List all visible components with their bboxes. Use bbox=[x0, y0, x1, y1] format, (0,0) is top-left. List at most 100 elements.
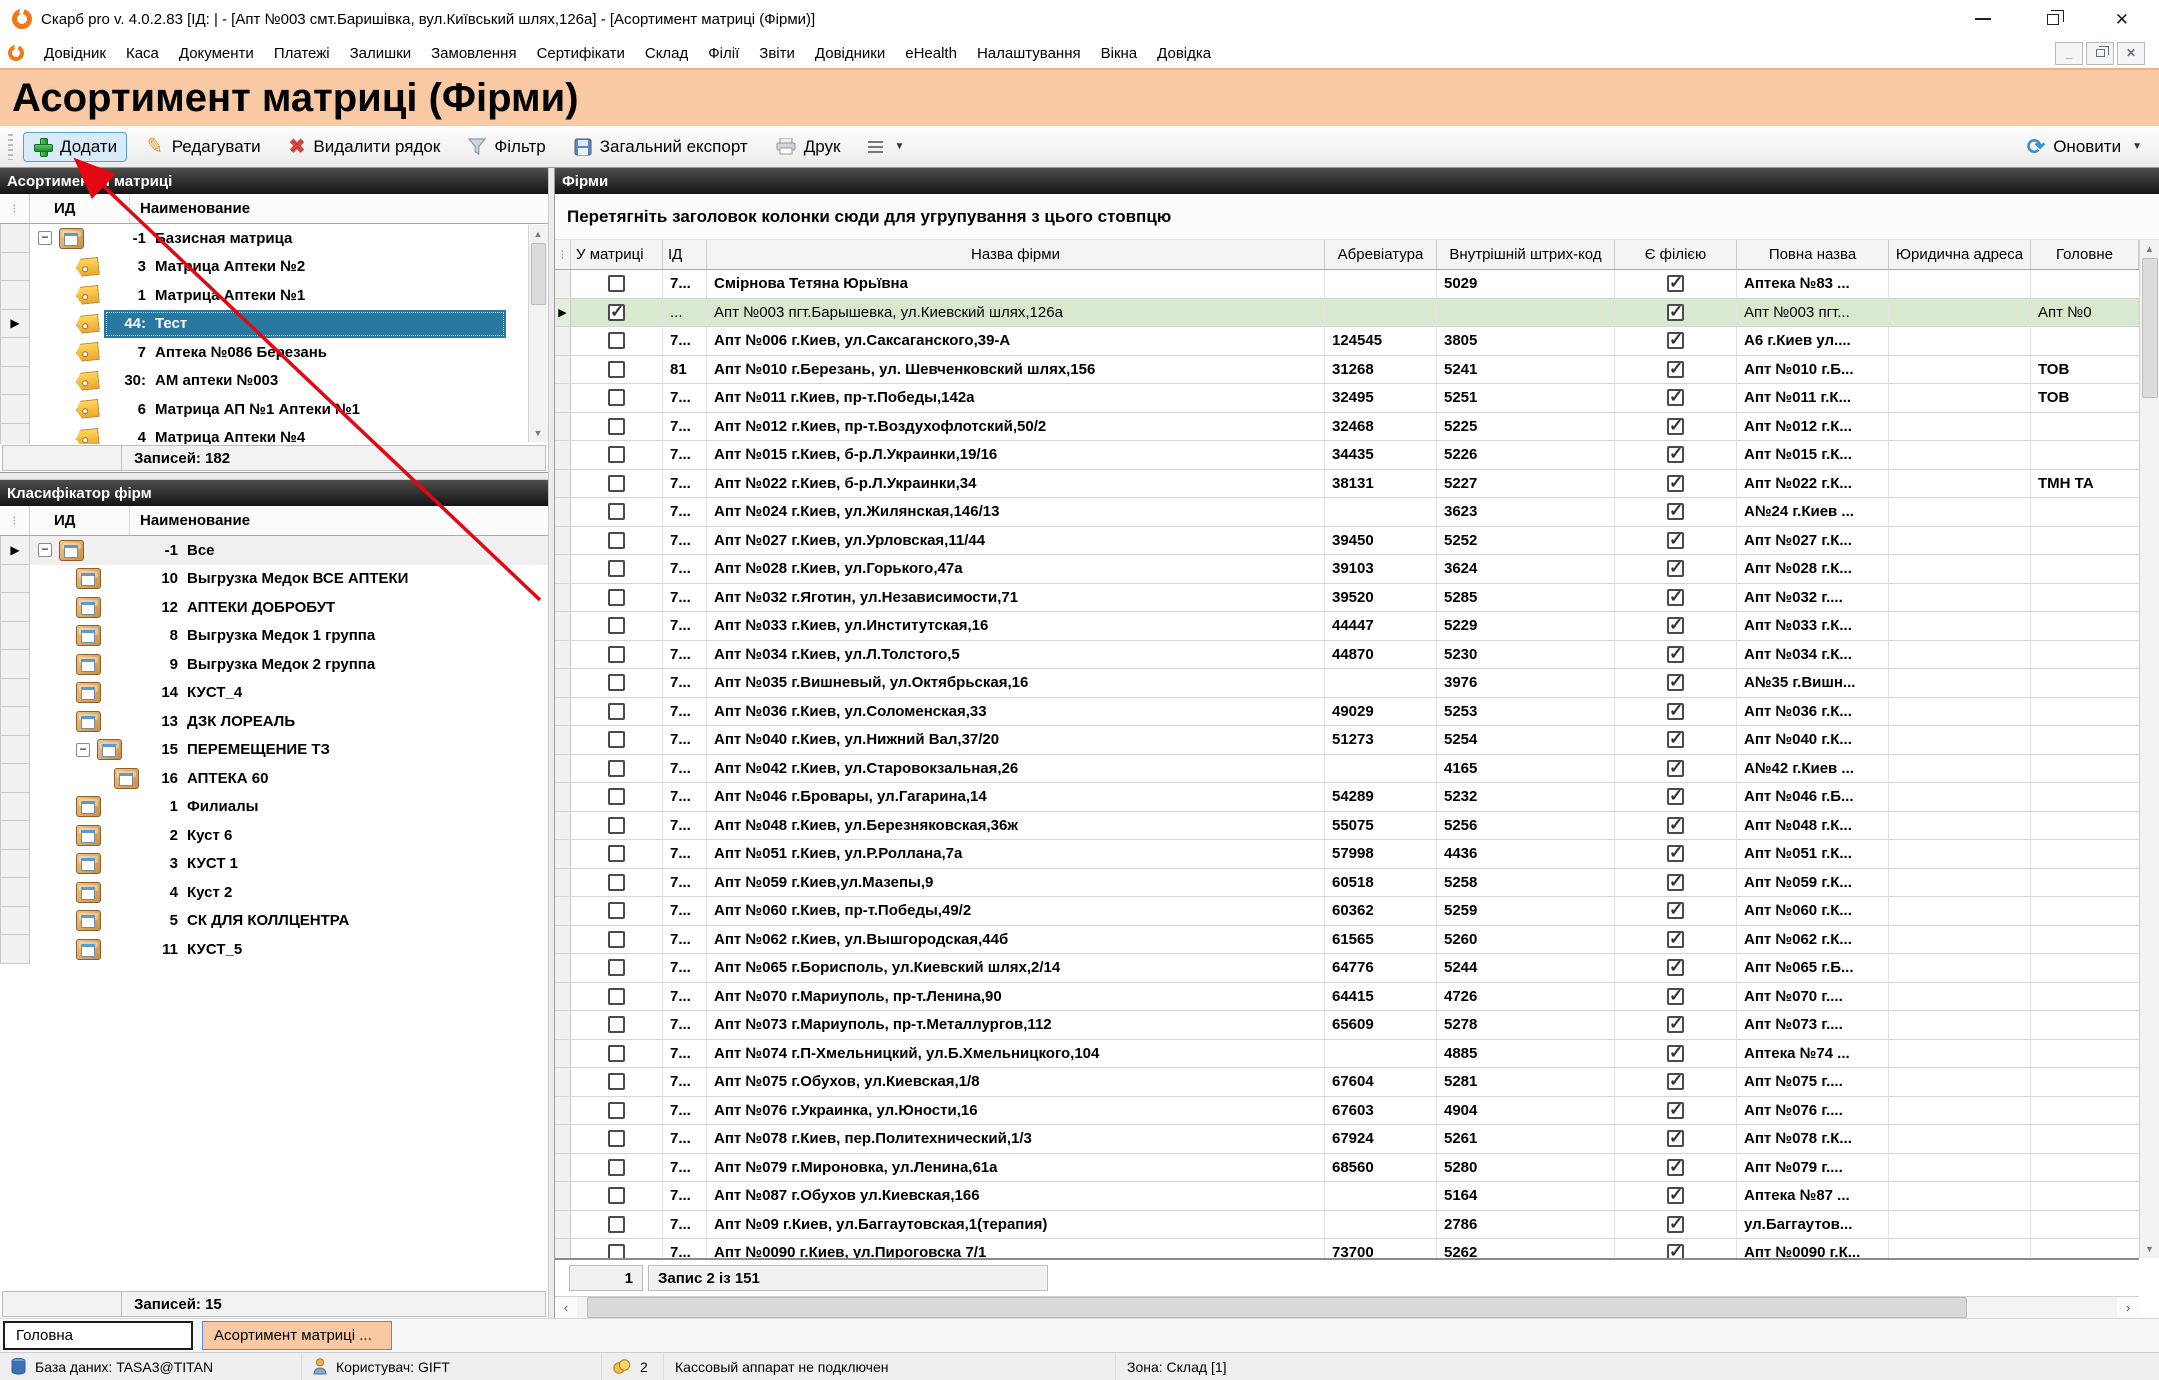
view-options-button[interactable]: ▼ bbox=[859, 137, 913, 157]
in-matrix-checkbox[interactable] bbox=[608, 1073, 625, 1090]
group-by-hint[interactable]: Перетягніть заголовок колонки сюди для у… bbox=[555, 194, 2159, 240]
scrollbar-thumb[interactable] bbox=[587, 1297, 1967, 1318]
in-matrix-checkbox[interactable] bbox=[608, 1216, 625, 1233]
in-matrix-checkbox[interactable] bbox=[608, 1045, 625, 1062]
menu-item-8[interactable]: Склад bbox=[635, 41, 698, 66]
tree-item[interactable]: ▶44:Тест bbox=[0, 310, 548, 339]
expander-icon[interactable]: − bbox=[38, 543, 52, 557]
table-row[interactable]: 7...Апт №048 г.Киев, ул.Березняковская,3… bbox=[555, 812, 2139, 841]
in-matrix-checkbox[interactable] bbox=[608, 931, 625, 948]
table-row[interactable]: 7...Апт №011 г.Киев, пр-т.Победы,142а324… bbox=[555, 384, 2139, 413]
in-matrix-checkbox[interactable] bbox=[608, 475, 625, 492]
cell-in-matrix[interactable] bbox=[571, 1154, 663, 1182]
tree-item[interactable]: ▶−-1Все bbox=[0, 536, 548, 565]
tree-item[interactable]: 1Матрица Аптеки №1 bbox=[0, 281, 548, 310]
filter-button[interactable]: Фільтр bbox=[459, 133, 554, 161]
scroll-left-icon[interactable]: ‹ bbox=[555, 1297, 577, 1318]
in-matrix-checkbox[interactable] bbox=[608, 845, 625, 862]
cell-in-matrix[interactable] bbox=[571, 612, 663, 640]
expander-icon[interactable]: − bbox=[38, 231, 52, 245]
cell-in-matrix[interactable] bbox=[571, 584, 663, 612]
tree-item[interactable]: 3КУСТ 1 bbox=[0, 850, 548, 879]
column-header-9[interactable]: Головне bbox=[2031, 240, 2139, 269]
tree-item[interactable]: 5СК ДЛЯ КОЛЛЦЕНТРА bbox=[0, 907, 548, 936]
tree-item[interactable]: 3Матрица Аптеки №2 bbox=[0, 253, 548, 282]
table-row[interactable]: 7...Апт №065 г.Борисполь, ул.Киевский шл… bbox=[555, 954, 2139, 983]
in-matrix-checkbox[interactable] bbox=[608, 275, 625, 292]
in-matrix-checkbox[interactable] bbox=[608, 418, 625, 435]
column-header-6[interactable]: Є філією bbox=[1615, 240, 1737, 269]
table-row[interactable]: 7...Апт №042 г.Киев, ул.Старовокзальная,… bbox=[555, 755, 2139, 784]
menu-item-9[interactable]: Філії bbox=[698, 41, 749, 66]
in-matrix-checkbox[interactable] bbox=[608, 731, 625, 748]
print-button[interactable]: Друк bbox=[767, 133, 850, 161]
cell-in-matrix[interactable] bbox=[571, 384, 663, 412]
in-matrix-checkbox[interactable] bbox=[608, 332, 625, 349]
scrollbar-thumb[interactable] bbox=[2142, 258, 2158, 398]
in-matrix-checkbox[interactable] bbox=[608, 902, 625, 919]
cell-in-matrix[interactable] bbox=[571, 1182, 663, 1210]
menu-item-10[interactable]: Звіти bbox=[749, 41, 805, 66]
cell-in-matrix[interactable] bbox=[571, 299, 663, 327]
table-row[interactable]: 7...Апт №027 г.Киев, ул.Урловская,11/443… bbox=[555, 527, 2139, 556]
table-row[interactable]: 7...Апт №09 г.Киев, ул.Баггаутовская,1(т… bbox=[555, 1211, 2139, 1240]
column-header-7[interactable]: Повна назва bbox=[1737, 240, 1889, 269]
table-row[interactable]: 7...Апт №051 г.Киев, ул.Р.Роллана,7а5799… bbox=[555, 840, 2139, 869]
table-row[interactable]: ▶...Апт №003 пгт.Барышевка, ул.Киевский … bbox=[555, 299, 2139, 328]
in-matrix-checkbox[interactable] bbox=[608, 503, 625, 520]
cell-in-matrix[interactable] bbox=[571, 413, 663, 441]
in-matrix-checkbox[interactable] bbox=[608, 674, 625, 691]
table-row[interactable]: 81Апт №010 г.Березань, ул. Шевченковский… bbox=[555, 356, 2139, 385]
menu-item-14[interactable]: Вікна bbox=[1091, 41, 1148, 66]
in-matrix-checkbox[interactable] bbox=[608, 874, 625, 891]
table-row[interactable]: 7...Апт №040 г.Киев, ул.Нижний Вал,37/20… bbox=[555, 726, 2139, 755]
cell-in-matrix[interactable] bbox=[571, 1239, 663, 1258]
in-matrix-checkbox[interactable] bbox=[608, 560, 625, 577]
table-row[interactable]: 7...Апт №032 г.Яготин, ул.Независимости,… bbox=[555, 584, 2139, 613]
cell-in-matrix[interactable] bbox=[571, 1011, 663, 1039]
tree-item[interactable]: 14КУСТ_4 bbox=[0, 679, 548, 708]
horizontal-scrollbar[interactable]: ‹ › bbox=[555, 1296, 2139, 1318]
table-row[interactable]: 7...Апт №035 г.Вишневый, ул.Октябрьская,… bbox=[555, 669, 2139, 698]
scrollbar-thumb[interactable] bbox=[531, 243, 546, 305]
cell-in-matrix[interactable] bbox=[571, 1125, 663, 1153]
cell-in-matrix[interactable] bbox=[571, 755, 663, 783]
column-header-3[interactable]: Назва фірми bbox=[707, 240, 1325, 269]
in-matrix-checkbox[interactable] bbox=[608, 959, 625, 976]
table-row[interactable]: 7...Апт №015 г.Киев, б-р.Л.Украинки,19/1… bbox=[555, 441, 2139, 470]
in-matrix-checkbox[interactable] bbox=[608, 389, 625, 406]
in-matrix-checkbox[interactable] bbox=[608, 617, 625, 634]
cell-in-matrix[interactable] bbox=[571, 1068, 663, 1096]
menu-item-6[interactable]: Замовлення bbox=[421, 41, 526, 66]
add-button[interactable]: Додати bbox=[23, 132, 127, 162]
in-matrix-checkbox[interactable] bbox=[608, 703, 625, 720]
table-row[interactable]: 7...Апт №075 г.Обухов, ул.Киевская,1/867… bbox=[555, 1068, 2139, 1097]
in-matrix-checkbox[interactable] bbox=[608, 1187, 625, 1204]
cell-in-matrix[interactable] bbox=[571, 983, 663, 1011]
cell-in-matrix[interactable] bbox=[571, 783, 663, 811]
column-header-5[interactable]: Внутрішній штрих-код bbox=[1437, 240, 1615, 269]
tree-item[interactable]: 4Матрица Аптеки №4 bbox=[0, 424, 548, 445]
in-matrix-checkbox[interactable] bbox=[608, 1244, 625, 1258]
tree-item[interactable]: 13ДЗК ЛОРЕАЛЬ bbox=[0, 707, 548, 736]
cell-in-matrix[interactable] bbox=[571, 555, 663, 583]
cell-in-matrix[interactable] bbox=[571, 897, 663, 925]
tree-item[interactable]: 30:АМ аптеки №003 bbox=[0, 367, 548, 396]
cell-in-matrix[interactable] bbox=[571, 726, 663, 754]
column-name[interactable]: Наименование bbox=[130, 506, 548, 535]
table-row[interactable]: 7...Апт №062 г.Киев, ул.Вышгородская,44б… bbox=[555, 926, 2139, 955]
menu-item-4[interactable]: Платежі bbox=[264, 41, 340, 66]
table-row[interactable]: 7...Апт №087 г.Обухов ул.Киевская,166516… bbox=[555, 1182, 2139, 1211]
scroll-up-icon[interactable]: ▲ bbox=[529, 225, 548, 243]
column-header-2[interactable]: ІД bbox=[663, 240, 707, 269]
cell-in-matrix[interactable] bbox=[571, 812, 663, 840]
tree-item[interactable]: 7Аптека №086 Березань bbox=[0, 338, 548, 367]
export-button[interactable]: Загальний експорт bbox=[565, 133, 757, 161]
menu-item-3[interactable]: Документи bbox=[169, 41, 264, 66]
table-row[interactable]: 7...Апт №076 г.Украинка, ул.Юности,16676… bbox=[555, 1097, 2139, 1126]
cell-in-matrix[interactable] bbox=[571, 869, 663, 897]
column-header-4[interactable]: Абревіатура bbox=[1325, 240, 1437, 269]
menu-item-7[interactable]: Сертифікати bbox=[527, 41, 635, 66]
in-matrix-checkbox[interactable] bbox=[608, 1159, 625, 1176]
scroll-down-icon[interactable]: ▼ bbox=[2140, 1240, 2159, 1258]
